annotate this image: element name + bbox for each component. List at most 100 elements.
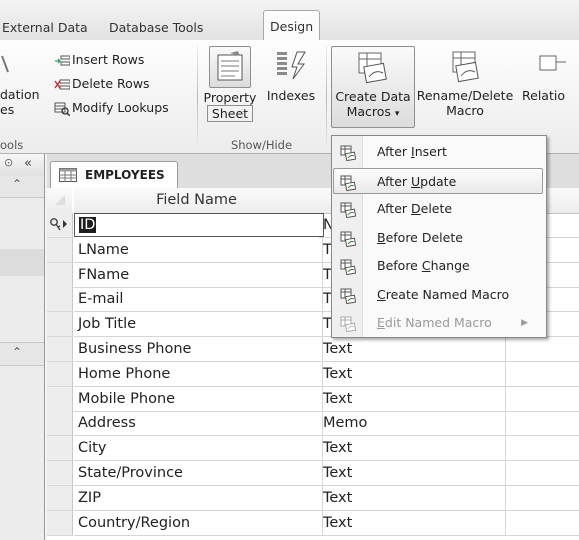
table-row[interactable]: Home Phone Text [47, 361, 579, 387]
field-name-text: ID [79, 217, 97, 233]
data-type-text: Text [323, 514, 353, 531]
description-cell[interactable] [506, 486, 579, 511]
menu-item-label: Before Delete [377, 229, 463, 245]
field-name-cell[interactable]: Home Phone [74, 361, 323, 387]
field-name-cell[interactable]: City [74, 436, 323, 462]
field-name-cell[interactable]: Mobile Phone [74, 386, 323, 412]
rename-delete-macro-button[interactable]: Rename/Delete Macro [416, 46, 514, 118]
data-type-cell[interactable]: Text [319, 510, 506, 536]
description-cell[interactable] [506, 511, 579, 536]
description-cell[interactable] [506, 436, 579, 462]
document-tab-title: EMPLOYEES [85, 168, 165, 182]
data-type-cell[interactable]: Text [319, 361, 506, 387]
nav-pane-collapse-button[interactable]: « [24, 156, 32, 171]
field-name-cell[interactable]: ZIP [74, 485, 323, 511]
nav-group-header-2[interactable]: ⌃ [0, 342, 44, 366]
tools-group: dation es Insert Rows Delete Rows Modify… [0, 40, 194, 153]
insert-rows-button[interactable]: Insert Rows [54, 49, 144, 71]
row-selector[interactable] [47, 312, 73, 338]
relationships-button[interactable]: Relatio [516, 46, 579, 103]
data-type-cell[interactable]: Text [319, 337, 506, 362]
nav-pane-search-icon[interactable]: ⊙ [4, 156, 13, 169]
row-selector[interactable] [47, 361, 73, 387]
field-name-cell[interactable]: ID [74, 213, 324, 237]
test-validation-label-2: es [0, 102, 15, 117]
chevron-up-icon: ⌃ [12, 177, 23, 191]
table-row[interactable]: Address Memo [47, 411, 579, 437]
delete-rows-button[interactable]: Delete Rows [54, 73, 150, 95]
field-name-text: Country/Region [78, 514, 191, 531]
tab-database-tools[interactable]: Database Tools [109, 16, 203, 40]
menu-item[interactable]: After Update [333, 167, 543, 194]
data-type-cell[interactable]: Text [319, 485, 506, 511]
menu-item-label: After Insert [377, 144, 447, 159]
row-selector[interactable] [47, 510, 73, 536]
data-type-cell[interactable]: Memo [319, 411, 506, 437]
row-selector[interactable] [47, 461, 73, 486]
description-cell[interactable] [506, 387, 579, 412]
field-name-text: E-mail [78, 291, 124, 308]
menu-item[interactable]: Before Delete [334, 225, 542, 251]
indexes-label: Indexes [266, 88, 316, 103]
row-selector[interactable] [47, 237, 73, 263]
modify-lookups-label: Modify Lookups [72, 100, 169, 115]
field-name-cell[interactable]: FName [74, 262, 323, 288]
property-sheet-button[interactable]: Property Sheet [201, 46, 259, 122]
menu-item[interactable]: Create Named Macro [334, 282, 542, 308]
field-name-cell[interactable]: Address [74, 411, 323, 437]
field-name-cell[interactable]: LName [74, 237, 323, 263]
description-cell[interactable] [506, 461, 579, 486]
table-row[interactable]: State/Province Text [47, 461, 579, 486]
row-selector[interactable] [47, 287, 73, 313]
table-row[interactable]: City Text [47, 436, 579, 462]
field-name-cell[interactable]: Job Title [74, 312, 323, 338]
nav-pane-header: ⊙ « [0, 154, 44, 177]
edit-named-macro-icon [340, 315, 357, 333]
create-data-macros-button[interactable]: Create Data Macros ▾ [331, 46, 415, 128]
nav-item-selected[interactable] [0, 249, 44, 276]
menu-item[interactable]: After Delete [334, 196, 542, 222]
field-name-cell[interactable]: Business Phone [74, 337, 323, 362]
group-separator [197, 46, 198, 150]
data-type-cell[interactable]: Text [319, 386, 506, 412]
table-row[interactable]: Country/Region Text [47, 510, 579, 536]
table-row[interactable]: Business Phone Text [47, 337, 579, 362]
tab-external-data[interactable]: External Data [2, 16, 88, 40]
row-selector[interactable] [47, 386, 73, 412]
field-name-cell[interactable]: State/Province [74, 461, 323, 486]
row-selector[interactable] [47, 337, 73, 362]
row-selector[interactable] [47, 411, 73, 437]
row-selector[interactable] [47, 262, 73, 288]
after-delete-icon [340, 201, 357, 219]
indexes-button[interactable]: Indexes [263, 46, 319, 103]
data-type-text: Text [323, 390, 353, 407]
test-validation-button[interactable]: dation es [0, 87, 40, 117]
test-validation-label: dation [0, 87, 40, 102]
document-tab-employees[interactable]: EMPLOYEES [50, 161, 178, 189]
relationships-label: Relatio [522, 88, 565, 103]
row-selector[interactable] [47, 485, 73, 511]
field-name-text: Mobile Phone [78, 390, 176, 407]
nav-group-header[interactable]: ⌃ [0, 176, 44, 198]
data-type-cell[interactable]: Text [319, 461, 506, 486]
field-name-cell[interactable]: E-mail [74, 287, 323, 313]
menu-item[interactable]: Before Change [334, 253, 542, 279]
row-selector[interactable] [47, 436, 73, 462]
before-change-icon [340, 258, 357, 276]
table-row[interactable]: ZIP Text [47, 485, 579, 511]
data-type-text: Text [323, 489, 353, 506]
column-header-field-name[interactable]: Field Name [74, 188, 319, 214]
description-cell[interactable] [506, 362, 579, 387]
data-type-cell[interactable]: Text [319, 436, 506, 462]
table-row[interactable]: Mobile Phone Text [47, 386, 579, 412]
tab-design[interactable]: Design [263, 10, 321, 42]
modify-lookups-button[interactable]: Modify Lookups [54, 97, 169, 119]
before-delete-icon [340, 230, 357, 247]
field-name-cell[interactable]: Country/Region [74, 510, 323, 536]
description-cell[interactable] [506, 337, 579, 362]
data-type-text: Text [323, 341, 353, 357]
description-cell[interactable] [506, 411, 579, 437]
menu-item[interactable]: After Insert [334, 139, 542, 165]
row-selector[interactable] [47, 213, 73, 238]
row-selector-header[interactable] [47, 188, 72, 214]
